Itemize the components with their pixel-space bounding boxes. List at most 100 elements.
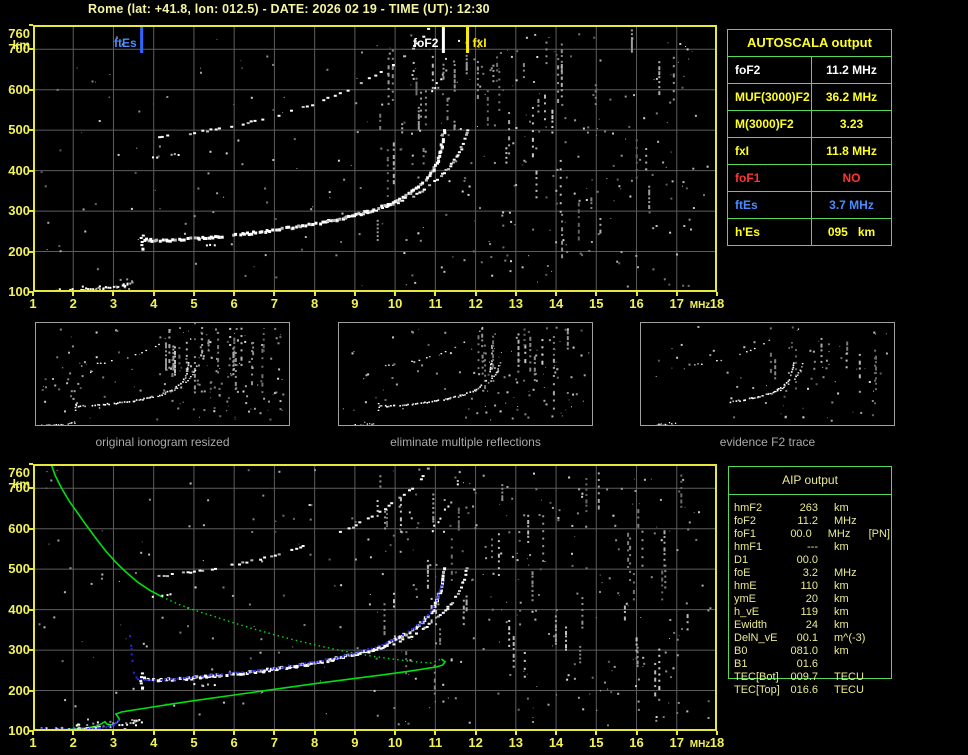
x-axis-tick-label: 4 bbox=[150, 735, 158, 750]
x-axis-unit-label: MHz bbox=[689, 300, 711, 311]
y-axis-tick-label: 200 bbox=[8, 682, 30, 698]
x-axis-tick-label: 2 bbox=[69, 296, 77, 311]
x-axis-tick bbox=[434, 292, 437, 296]
restored-trace-layer bbox=[33, 581, 444, 731]
ionogram-trace-layer bbox=[33, 467, 469, 731]
y-axis-tick bbox=[29, 689, 33, 692]
parameter-name: TEC[Top] bbox=[734, 684, 780, 696]
x-axis-tick-label: 6 bbox=[230, 735, 238, 750]
y-axis-tick bbox=[29, 527, 33, 530]
x-axis-tick bbox=[72, 292, 75, 296]
autoscala-row-ftes: ftEs 3.7 MHz bbox=[728, 192, 891, 219]
x-axis-tick-label: 14 bbox=[548, 735, 564, 750]
parameter-name: ftEs bbox=[728, 192, 812, 218]
parameter-value: 3.7 MHz bbox=[829, 198, 874, 212]
y-axis-tick-label: 600 bbox=[8, 520, 30, 536]
x-axis-tick-label: 5 bbox=[190, 735, 198, 750]
thumbnail-evidence-f2-trace bbox=[640, 322, 895, 426]
parameter-value: 11.2 bbox=[797, 515, 818, 527]
parameter-unit: km bbox=[834, 645, 849, 657]
x-axis-tick-label: 10 bbox=[387, 735, 403, 750]
parameter-value: 11.8 MHz bbox=[826, 144, 877, 158]
x-axis-tick-label: 7 bbox=[270, 735, 279, 750]
parameter-name: foF2 bbox=[734, 515, 757, 527]
parameter-name: DelN_vE bbox=[734, 632, 778, 644]
aip-row-b0: B0 081.0 km bbox=[734, 645, 890, 658]
parameter-name: fxI bbox=[728, 138, 812, 164]
x-axis-tick-label: 8 bbox=[311, 735, 319, 750]
parameter-name: foE bbox=[734, 567, 751, 579]
x-axis-tick-label: 7 bbox=[270, 296, 279, 311]
x-axis-tick bbox=[112, 292, 115, 296]
parameter-value: 263 bbox=[799, 502, 818, 514]
parameter-value: 016.6 bbox=[790, 684, 818, 696]
thumbnail-caption-evidence: evidence F2 trace bbox=[719, 435, 816, 449]
marker-line-fxi bbox=[466, 27, 470, 53]
aip-row-tecbot: TEC[Bot] 009.7 TECU bbox=[734, 671, 890, 684]
x-axis-tick-label: 4 bbox=[150, 296, 158, 311]
y-axis-tick bbox=[29, 568, 33, 571]
parameter-value: 3.2 bbox=[802, 567, 818, 579]
y-axis-tick-label: 500 bbox=[8, 122, 30, 138]
parameter-name: foF1 bbox=[734, 528, 757, 540]
autoscala-table-rows: foF2 11.2 MHz MUF(3000)F2 36.2 MHz M(3000)F2… bbox=[728, 57, 891, 245]
y-axis-tick-label: 600 bbox=[8, 81, 30, 97]
parameter-value: 00.1 bbox=[796, 632, 818, 644]
parameter-name: B0 bbox=[734, 645, 748, 657]
thumbnail-caption-original: original ionogram resized bbox=[95, 435, 230, 449]
thumb3-cleanup-mask bbox=[641, 377, 729, 412]
x-axis-tick bbox=[394, 731, 397, 735]
parameter-name: hmF2 bbox=[734, 502, 763, 514]
x-axis-tick bbox=[152, 731, 155, 735]
aip-table-header-divider bbox=[728, 494, 892, 495]
x-axis-tick bbox=[32, 292, 34, 296]
autoscala-output-table: AUTOSCALA output foF2 11.2 MHz MUF(3000)F2… bbox=[727, 29, 892, 246]
y-axis-tick-label: 300 bbox=[8, 203, 30, 219]
parameter-unit: km bbox=[834, 593, 849, 605]
x-axis-tick-label: 14 bbox=[548, 296, 564, 311]
x-axis-tick-label: 1 bbox=[29, 296, 37, 311]
parameter-value: 110 bbox=[800, 580, 818, 592]
y-axis-tick-label: 400 bbox=[8, 601, 30, 617]
parameter-value: 00.0 bbox=[796, 554, 818, 566]
y-axis-tick bbox=[29, 649, 33, 652]
parameter-name: h_vE bbox=[734, 606, 760, 618]
noise-layer bbox=[40, 29, 709, 288]
aip-row-hme: hmE 110 km bbox=[734, 580, 890, 593]
x-axis-tick bbox=[394, 292, 397, 296]
aip-row-ewidth: Ewidth 24 km bbox=[734, 619, 890, 632]
autoscala-row-muf3000f2: MUF(3000)F2 36.2 MHz bbox=[728, 84, 891, 111]
y-axis-tick-label: 300 bbox=[8, 642, 30, 658]
grid-layer bbox=[34, 26, 716, 291]
y-axis-tick-label: 100 bbox=[8, 723, 30, 738]
x-axis-tick-label: 2 bbox=[69, 735, 77, 750]
aip-row-d1: D1 00.0 bbox=[734, 554, 890, 567]
x-axis-tick bbox=[152, 292, 155, 296]
ionogram-trace-layer bbox=[342, 327, 502, 426]
marker-line-fof2 bbox=[441, 27, 445, 53]
y-axis-tick bbox=[29, 210, 33, 213]
x-axis-tick bbox=[635, 292, 638, 296]
marker-label-fxi: fxI bbox=[473, 36, 487, 50]
parameter-unit: TECU bbox=[834, 671, 864, 683]
x-axis-tick bbox=[675, 731, 678, 735]
x-axis-tick bbox=[192, 292, 195, 296]
x-axis-tick bbox=[595, 731, 598, 735]
x-axis-tick-label: 10 bbox=[387, 296, 403, 311]
thumbnail-eliminate-reflections bbox=[338, 322, 593, 426]
x-axis-tick bbox=[595, 292, 598, 296]
parameter-name: hmE bbox=[734, 580, 757, 592]
x-axis-tick-label: 16 bbox=[629, 296, 644, 311]
y-axis-tick bbox=[29, 250, 33, 253]
x-axis-tick-label: 17 bbox=[669, 296, 684, 311]
parameter-name: D1 bbox=[734, 554, 749, 566]
parameter-unit: MHz bbox=[827, 528, 851, 540]
x-axis-tick bbox=[474, 292, 477, 296]
x-axis-tick-label: 15 bbox=[589, 296, 604, 311]
parameter-unit bbox=[834, 658, 876, 671]
x-axis-tick bbox=[353, 292, 356, 296]
y-axis-tick bbox=[29, 88, 33, 91]
x-axis-tick-label: 11 bbox=[428, 735, 443, 750]
y-axis-tick bbox=[29, 129, 33, 132]
x-axis-tick bbox=[233, 731, 236, 735]
